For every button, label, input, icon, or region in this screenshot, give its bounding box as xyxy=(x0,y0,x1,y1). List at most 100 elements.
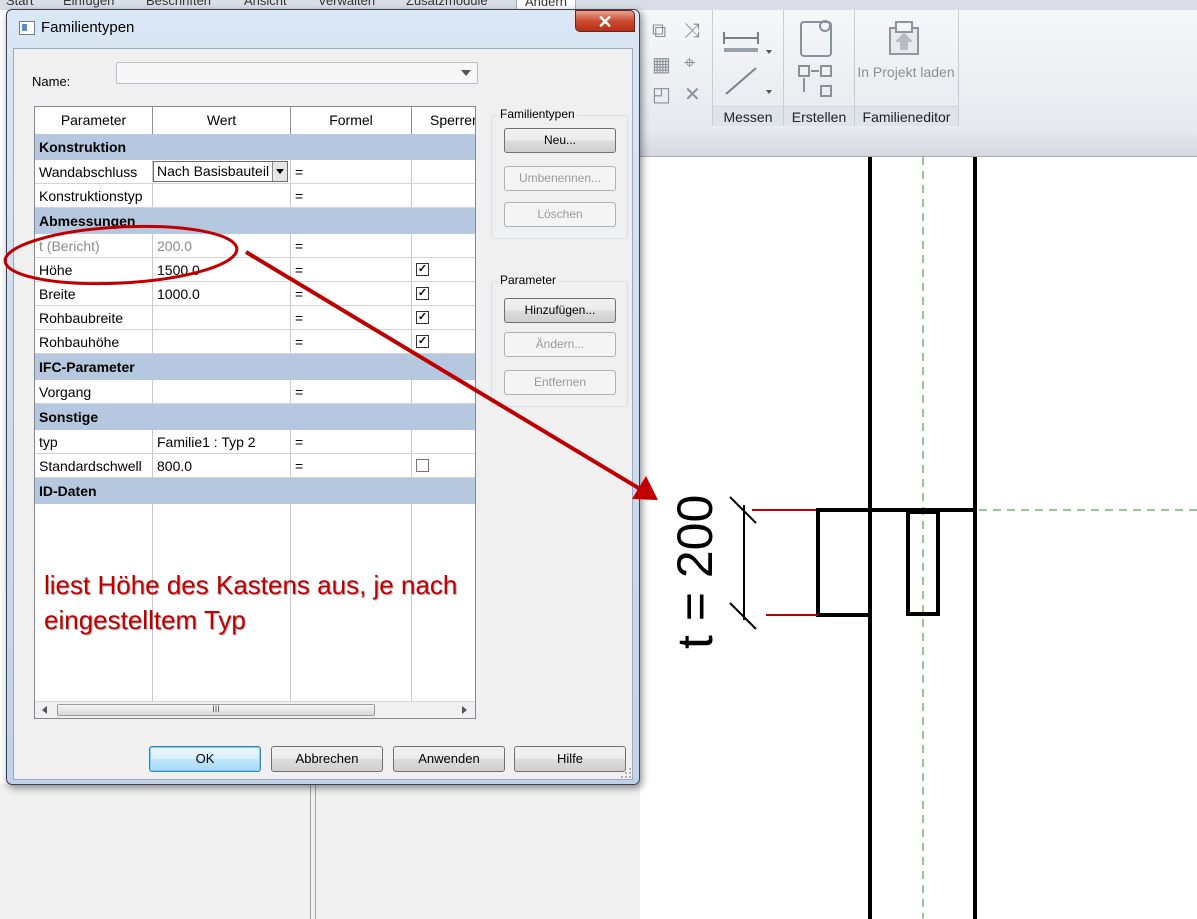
lock-checkbox[interactable]: ✓ xyxy=(416,335,429,348)
rename-type-button[interactable]: Umbenennen... xyxy=(504,166,616,191)
lock-checkbox[interactable]: ✓ xyxy=(416,311,429,324)
pin-tool-icon[interactable]: ⌖ xyxy=(684,52,695,75)
load-into-project-icon[interactable] xyxy=(886,18,926,58)
parameter-formula[interactable]: = xyxy=(291,258,411,281)
delete-type-button[interactable]: Löschen xyxy=(504,202,616,227)
parameter-name: Höhe xyxy=(39,262,73,278)
mirror-tool-icon[interactable]: ⤨ xyxy=(684,20,700,43)
dialog-title: Familientypen xyxy=(41,19,135,36)
copy-tool-icon[interactable]: ⧉ xyxy=(652,20,666,43)
parameter-value[interactable]: 1000.0 xyxy=(153,282,290,305)
measure-tools-icon[interactable] xyxy=(720,24,780,104)
parameter-name: Vorgang xyxy=(39,384,92,400)
parameter-lock-cell: ✓ xyxy=(412,306,475,329)
drawing-canvas[interactable]: t = 200 xyxy=(640,157,1197,919)
scroll-right-icon[interactable] xyxy=(462,706,467,714)
parameter-value[interactable] xyxy=(153,380,290,403)
parameter-formula[interactable]: = xyxy=(291,184,411,207)
parameter-lock-cell xyxy=(412,184,475,207)
lock-checkbox[interactable]: ✓ xyxy=(416,287,429,300)
chevron-down-icon[interactable] xyxy=(272,162,287,181)
group-header[interactable]: IFC-Parameter xyxy=(35,354,475,380)
ribbon: ⧉ ⤨ ▦ ⌖ ◰ ✕ Messen Erstellen In Projekt … xyxy=(640,10,1197,127)
group-header[interactable]: ID-Daten xyxy=(35,478,475,504)
horizontal-scrollbar[interactable]: III xyxy=(35,701,475,718)
parameter-formula[interactable]: = xyxy=(291,234,411,257)
parameter-row[interactable]: Standardschwell 800.0 = xyxy=(35,454,475,478)
apply-button[interactable]: Anwenden xyxy=(393,746,505,772)
view-tab-bar xyxy=(640,126,1197,157)
scrollbar-thumb[interactable]: III xyxy=(57,704,375,716)
ok-button[interactable]: OK xyxy=(149,746,261,772)
lock-checkbox[interactable]: ✓ xyxy=(416,263,429,276)
parameter-row[interactable]: Rohbaubreite = ✓ xyxy=(35,306,475,330)
parameter-row[interactable]: Konstruktionstyp = xyxy=(35,184,475,208)
lock-checkbox[interactable] xyxy=(416,459,429,472)
help-button[interactable]: Hilfe xyxy=(514,746,626,772)
grid-header: Parameter Wert Formel Sperren xyxy=(35,107,475,135)
resize-grip-icon[interactable] xyxy=(620,767,632,779)
parameter-formula[interactable]: = xyxy=(291,306,411,329)
parameter-name: Standardschwell xyxy=(39,458,142,474)
parameter-formula[interactable]: = xyxy=(291,380,411,403)
menu-tab-zusatzmodule[interactable]: Zusatzmodule xyxy=(406,0,488,8)
menu-tab-beschriften[interactable]: Beschriften xyxy=(146,0,211,8)
parameter-name: typ xyxy=(39,434,58,450)
parameter-formula[interactable]: = xyxy=(291,430,411,453)
menu-tab-ansicht[interactable]: Ansicht xyxy=(244,0,287,8)
dimension-label: t = 200 xyxy=(667,495,723,649)
family-drawing: t = 200 xyxy=(667,157,1197,919)
parameter-value-dropdown[interactable]: Nach Basisbauteil xyxy=(153,160,290,183)
parameter-row[interactable]: Vorgang = xyxy=(35,380,475,404)
menu-tab-einfuegen[interactable]: Einfügen xyxy=(63,0,114,8)
array-tool-icon[interactable]: ▦ xyxy=(652,52,671,77)
new-type-button[interactable]: Neu... xyxy=(504,128,616,153)
parameter-value[interactable]: 200.0 xyxy=(153,234,290,257)
add-parameter-button[interactable]: Hinzufügen... xyxy=(504,298,616,323)
parameter-formula[interactable]: = xyxy=(291,160,411,183)
scroll-left-icon[interactable] xyxy=(42,706,47,714)
group-header[interactable]: Abmessungen xyxy=(35,208,475,234)
parameter-lock-cell: ✓ xyxy=(412,282,475,305)
parameter-value[interactable]: 1500.0 xyxy=(153,258,290,281)
column-header-formel[interactable]: Formel xyxy=(291,107,412,134)
column-header-parameter[interactable]: Parameter xyxy=(35,107,153,134)
parameter-formula[interactable]: = xyxy=(291,454,411,477)
scale-tool-icon[interactable]: ◰ xyxy=(652,82,671,107)
column-header-wert[interactable]: Wert xyxy=(153,107,291,134)
parameter-value[interactable] xyxy=(153,330,290,353)
parameter-formula[interactable]: = xyxy=(291,330,411,353)
annotation-text: liest Höhe des Kastens aus, je nach eing… xyxy=(44,570,458,635)
modify-parameter-button[interactable]: Ändern... xyxy=(504,332,616,357)
load-into-project-button[interactable]: In Projekt laden xyxy=(856,62,956,82)
parameter-value[interactable] xyxy=(153,306,290,329)
parameter-row[interactable]: Wandabschluss Nach Basisbauteil = xyxy=(35,160,475,184)
remove-parameter-button[interactable]: Entfernen xyxy=(504,370,616,395)
parameter-value[interactable] xyxy=(153,184,290,207)
parameter-group-label: Parameter xyxy=(498,273,559,287)
group-header[interactable]: Konstruktion xyxy=(35,134,475,160)
parameter-name: Rohbaubreite xyxy=(39,310,124,326)
parameter-row[interactable]: Breite 1000.0 = ✓ xyxy=(35,282,475,306)
name-select[interactable] xyxy=(116,62,478,84)
parameter-row[interactable]: t (Bericht) 200.0 = xyxy=(35,234,475,258)
parameter-value[interactable]: Familie1 : Typ 2 xyxy=(153,430,290,453)
parameter-formula[interactable]: = xyxy=(291,282,411,305)
parameter-row[interactable]: typ Familie1 : Typ 2 = xyxy=(35,430,475,454)
parameter-lock-cell xyxy=(412,380,475,403)
group-header[interactable]: Sonstige xyxy=(35,404,475,430)
family-types-dialog: Familientypen ✕ Name: Parameter Wert For… xyxy=(6,9,640,785)
column-header-sperren[interactable]: Sperren xyxy=(412,107,475,134)
menu-tab-verwalten[interactable]: Verwalten xyxy=(318,0,375,8)
parameter-value[interactable]: 800.0 xyxy=(153,454,290,477)
parameter-row[interactable]: Rohbauhöhe = ✓ xyxy=(35,330,475,354)
dropdown-value: Nach Basisbauteil xyxy=(157,163,270,179)
create-tools-icon[interactable] xyxy=(795,16,845,102)
delete-tool-icon[interactable]: ✕ xyxy=(684,82,701,107)
menu-tab-start[interactable]: Start xyxy=(6,0,33,8)
parameter-row[interactable]: Höhe 1500.0 = ✓ xyxy=(35,258,475,282)
parameter-lock-cell: ✓ xyxy=(412,330,475,353)
chevron-down-icon xyxy=(461,70,471,76)
close-button[interactable]: ✕ xyxy=(575,10,635,32)
cancel-button[interactable]: Abbrechen xyxy=(271,746,383,772)
